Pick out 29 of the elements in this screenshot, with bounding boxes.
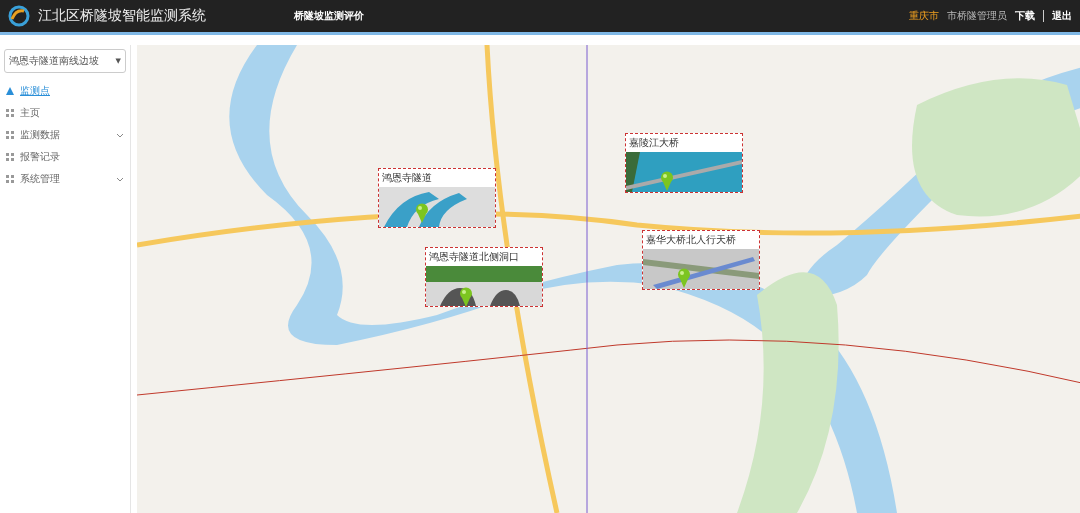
popup-title: 嘉陵江大桥 xyxy=(628,136,680,150)
popup-title: 鸿恩寺隧道北侧洞口 xyxy=(428,250,520,264)
grid-icon xyxy=(6,131,14,139)
city-label: 重庆市 xyxy=(909,9,939,23)
page-subtitle: 桥隧坡监测评价 xyxy=(294,9,364,23)
grid-icon xyxy=(6,153,14,161)
app-title: 江北区桥隧坡智能监测系统 xyxy=(38,7,206,25)
chevron-icon xyxy=(116,176,124,182)
map-pin-icon[interactable] xyxy=(459,287,473,307)
menu-item[interactable]: 监测数据 xyxy=(4,125,126,145)
menu-item[interactable]: 监测点 xyxy=(4,81,126,101)
user-name: 市桥隧管理员 xyxy=(947,9,1007,23)
site-popup[interactable]: 鸿恩寺隧道北侧洞口 xyxy=(425,247,543,307)
logo-icon xyxy=(8,5,30,27)
triangle-icon xyxy=(6,87,14,95)
chevron-icon xyxy=(116,132,124,138)
menu-item[interactable]: 主页 xyxy=(4,103,126,123)
popup-title: 嘉华大桥北人行天桥 xyxy=(645,233,737,247)
header-link[interactable]: 下载 xyxy=(1015,9,1035,23)
site-popup[interactable]: 嘉华大桥北人行天桥 xyxy=(642,230,760,290)
map-pin-icon[interactable] xyxy=(677,268,691,288)
site-popup[interactable]: 嘉陵江大桥 xyxy=(625,133,743,193)
menu-item[interactable]: 系统管理 xyxy=(4,169,126,189)
menu-item[interactable]: 报警记录 xyxy=(4,147,126,167)
site-popup[interactable]: 鸿恩寺隧道 xyxy=(378,168,496,228)
popup-title: 鸿恩寺隧道 xyxy=(381,171,433,185)
grid-icon xyxy=(6,175,14,183)
grid-icon xyxy=(6,109,14,117)
header-link[interactable]: 退出 xyxy=(1052,9,1072,23)
